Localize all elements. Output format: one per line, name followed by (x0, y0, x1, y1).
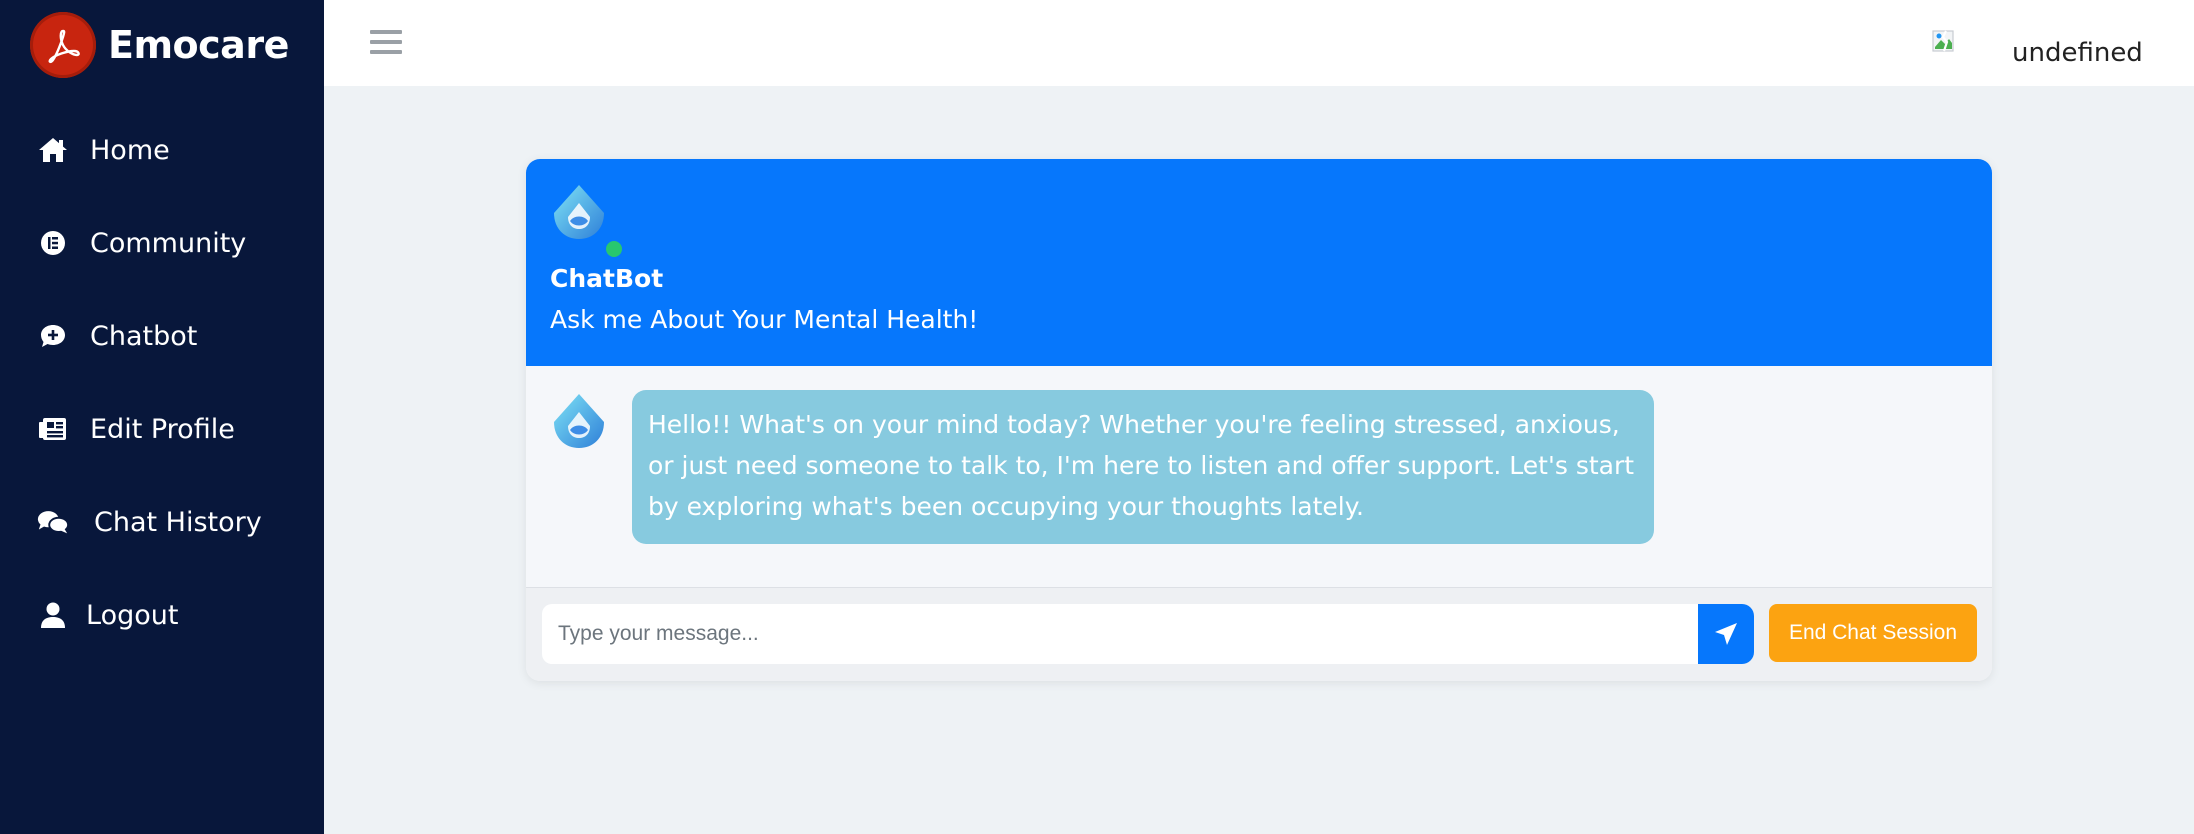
chatbot-logo-icon (548, 181, 610, 243)
acrobat-logo-icon (30, 12, 96, 78)
home-icon (36, 133, 70, 167)
chatbot-name: ChatBot (550, 264, 664, 293)
topbar: undefined (324, 0, 2194, 86)
sidebar-item-logout[interactable]: Logout (36, 590, 178, 640)
broken-image-icon[interactable] (1931, 28, 1959, 56)
sidebar-item-community[interactable]: Community (36, 218, 246, 268)
user-icon (36, 598, 70, 632)
community-icon (36, 226, 70, 260)
chatbot-tagline: Ask me About Your Mental Health! (550, 305, 979, 334)
sidebar-item-chatbot[interactable]: Chatbot (36, 311, 197, 361)
message-input[interactable] (542, 604, 1698, 664)
comments-icon (36, 505, 70, 539)
profile-card-icon (36, 412, 70, 446)
chat-input-bar: End Chat Session (526, 587, 1992, 681)
online-status-dot (606, 241, 622, 257)
sidebar-item-home[interactable]: Home (36, 125, 170, 175)
sidebar-item-label: Edit Profile (90, 413, 235, 445)
sidebar-item-label: Home (90, 134, 170, 166)
bot-message-bubble: Hello!! What's on your mind today? Wheth… (632, 390, 1654, 544)
chatbot-avatar-icon (548, 390, 610, 452)
sidebar-item-chat-history[interactable]: Chat History (36, 497, 262, 547)
brand-name: Emocare (108, 23, 289, 67)
end-chat-session-button[interactable]: End Chat Session (1769, 604, 1977, 662)
chat-bubble-icon (36, 319, 70, 353)
sidebar-item-label: Chat History (94, 506, 262, 538)
sidebar-item-edit-profile[interactable]: Edit Profile (36, 404, 235, 454)
send-button[interactable] (1698, 604, 1754, 664)
brand[interactable]: Emocare (30, 12, 289, 78)
sidebar-item-label: Chatbot (90, 320, 198, 352)
chat-card: ChatBot Ask me About Your Mental Health!… (526, 159, 1992, 681)
sidebar: Emocare Home Community Chatbot Edit Prof… (0, 0, 324, 834)
sidebar-item-label: Community (90, 227, 247, 259)
user-name[interactable]: undefined (2012, 38, 2143, 68)
paper-plane-icon (1715, 623, 1737, 645)
chat-header: ChatBot Ask me About Your Mental Health! (526, 159, 1992, 366)
hamburger-icon[interactable] (370, 30, 402, 56)
sidebar-item-label: Logout (86, 599, 179, 631)
